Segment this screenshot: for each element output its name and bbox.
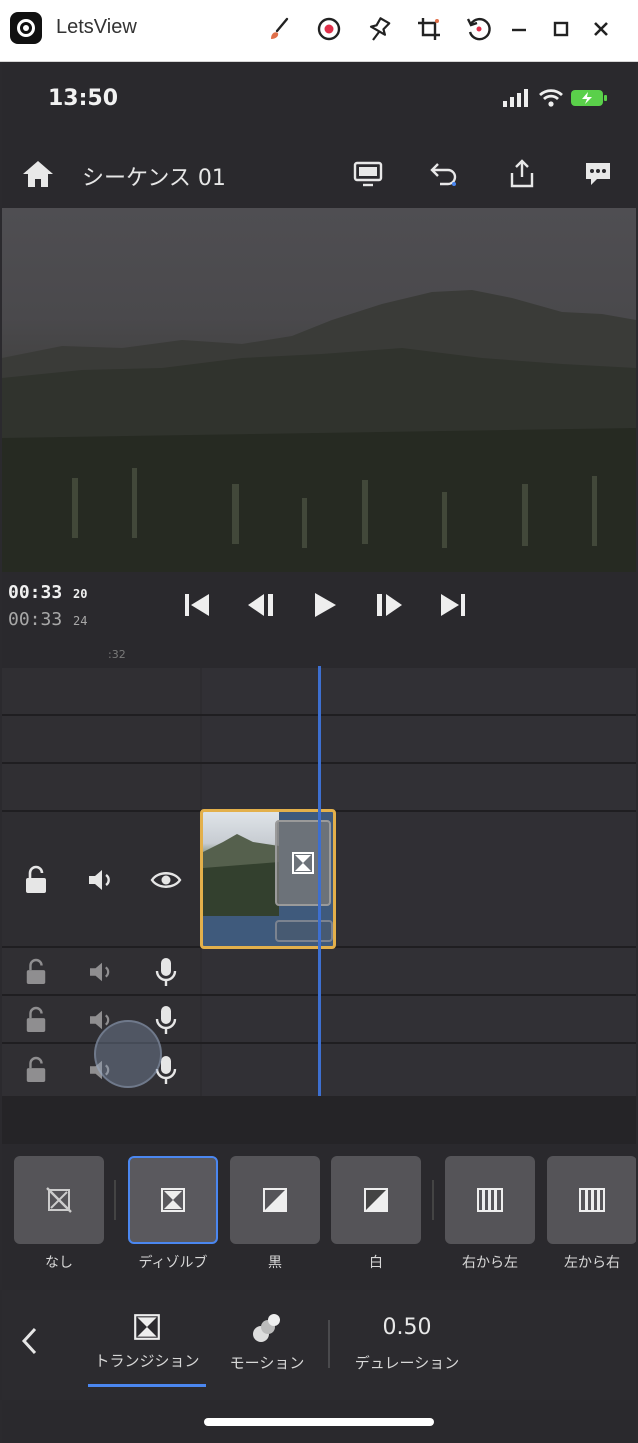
dip-to-white-icon: [362, 1186, 390, 1214]
battery-charging-icon: [570, 88, 608, 108]
unlock-icon[interactable]: [20, 1004, 52, 1036]
timeline-ruler[interactable]: :32: [2, 642, 636, 668]
transition-label: なし: [45, 1255, 73, 1271]
wifi-icon: [538, 88, 564, 108]
transition-picker: なし ディゾルブ 黒 白 右から左 左から右: [2, 1144, 636, 1290]
microphone-icon[interactable]: [150, 1004, 182, 1036]
maximize-icon[interactable]: [544, 12, 578, 46]
crop-icon[interactable]: [412, 12, 446, 46]
motion-icon: [216, 1312, 318, 1344]
skip-to-end-icon[interactable]: [436, 588, 470, 622]
none-transition-icon: [45, 1186, 73, 1214]
rotate-icon[interactable]: [462, 12, 496, 46]
transport-controls: [180, 588, 470, 622]
volume-icon[interactable]: [86, 864, 118, 896]
transition-tile-dissolve[interactable]: [128, 1156, 218, 1244]
dissolve-icon: [159, 1186, 187, 1214]
volume-icon[interactable]: [86, 956, 118, 988]
skip-to-start-icon[interactable]: [180, 588, 214, 622]
transition-tile-right-to-left[interactable]: [445, 1156, 535, 1244]
home-indicator[interactable]: [204, 1418, 434, 1426]
timeline-footer: [2, 1096, 636, 1144]
unlock-icon[interactable]: [20, 1054, 52, 1086]
step-back-icon[interactable]: [244, 588, 278, 622]
host-window-titlebar: LetsView: [0, 0, 638, 62]
phone-screen: 13:50 シーケンス 01 00:33 20 00:33 24:32 なし …: [2, 62, 636, 1443]
tab-label: モーション: [229, 1354, 305, 1372]
feedback-icon[interactable]: [580, 156, 616, 192]
playhead[interactable]: [318, 666, 321, 1098]
current-timecode: 00:33 20: [8, 582, 88, 603]
play-icon[interactable]: [308, 588, 342, 622]
total-timecode: 00:33 24: [8, 609, 88, 630]
microphone-icon[interactable]: [150, 956, 182, 988]
unlock-icon[interactable]: [20, 864, 52, 896]
brush-icon[interactable]: [262, 12, 296, 46]
close-icon[interactable]: [584, 12, 618, 46]
tab-transition[interactable]: トランジション: [88, 1312, 206, 1371]
transition-label: 白: [369, 1255, 383, 1271]
tab-motion[interactable]: モーション: [216, 1312, 318, 1373]
dip-to-black-icon: [261, 1186, 289, 1214]
pin-icon[interactable]: [362, 12, 396, 46]
share-icon[interactable]: [504, 156, 540, 192]
clip-audio-part: [275, 920, 333, 942]
bottom-tab-bar: トランジション モーション 0.50 デュレーション: [2, 1290, 636, 1400]
video-preview[interactable]: [2, 208, 636, 572]
video-clip[interactable]: [200, 809, 336, 949]
dissolve-icon: [292, 852, 314, 874]
active-tab-underline: [88, 1384, 206, 1387]
clip-thumbnail: [203, 812, 279, 916]
transition-tile-none[interactable]: [14, 1156, 104, 1244]
home-icon[interactable]: [20, 156, 56, 192]
monitor-icon[interactable]: [350, 156, 386, 192]
back-chevron-icon[interactable]: [18, 1326, 42, 1356]
sequence-title: シーケンス 01: [82, 166, 226, 191]
tab-duration[interactable]: 0.50 デュレーション: [342, 1312, 472, 1373]
dissolve-icon: [88, 1312, 206, 1342]
transition-label: 黒: [268, 1255, 282, 1271]
touch-indicator: [94, 1020, 162, 1088]
signal-icon: [502, 88, 532, 108]
clip-transition-marker[interactable]: [275, 820, 331, 906]
ruler-tick-label: :32: [108, 648, 126, 661]
letsview-logo-icon: [10, 12, 42, 44]
unlock-icon[interactable]: [20, 956, 52, 988]
tab-divider: [328, 1320, 330, 1368]
record-icon[interactable]: [312, 12, 346, 46]
undo-icon[interactable]: [426, 156, 462, 192]
transition-tile-left-to-right[interactable]: [547, 1156, 636, 1244]
eye-icon[interactable]: [150, 864, 182, 896]
wipe-right-to-left-icon: [475, 1186, 505, 1214]
transition-label: 左から右: [564, 1255, 620, 1271]
minimize-icon[interactable]: [502, 12, 536, 46]
transition-label: ディゾルブ: [138, 1255, 208, 1271]
status-time: 13:50: [48, 86, 119, 111]
app-navbar: シーケンス 01: [2, 142, 636, 208]
host-window-title: LetsView: [56, 16, 137, 38]
transition-tile-black[interactable]: [230, 1156, 320, 1244]
tab-label: トランジション: [94, 1352, 200, 1370]
timecode-display: 00:33 20 00:33 24: [8, 582, 87, 630]
wipe-left-to-right-icon: [577, 1186, 607, 1214]
duration-value: 0.50: [382, 1315, 432, 1340]
status-icons: [502, 88, 608, 108]
tab-label: デュレーション: [354, 1354, 460, 1372]
step-forward-icon[interactable]: [372, 588, 406, 622]
transition-label: 右から左: [462, 1255, 518, 1271]
transition-tile-white[interactable]: [331, 1156, 421, 1244]
